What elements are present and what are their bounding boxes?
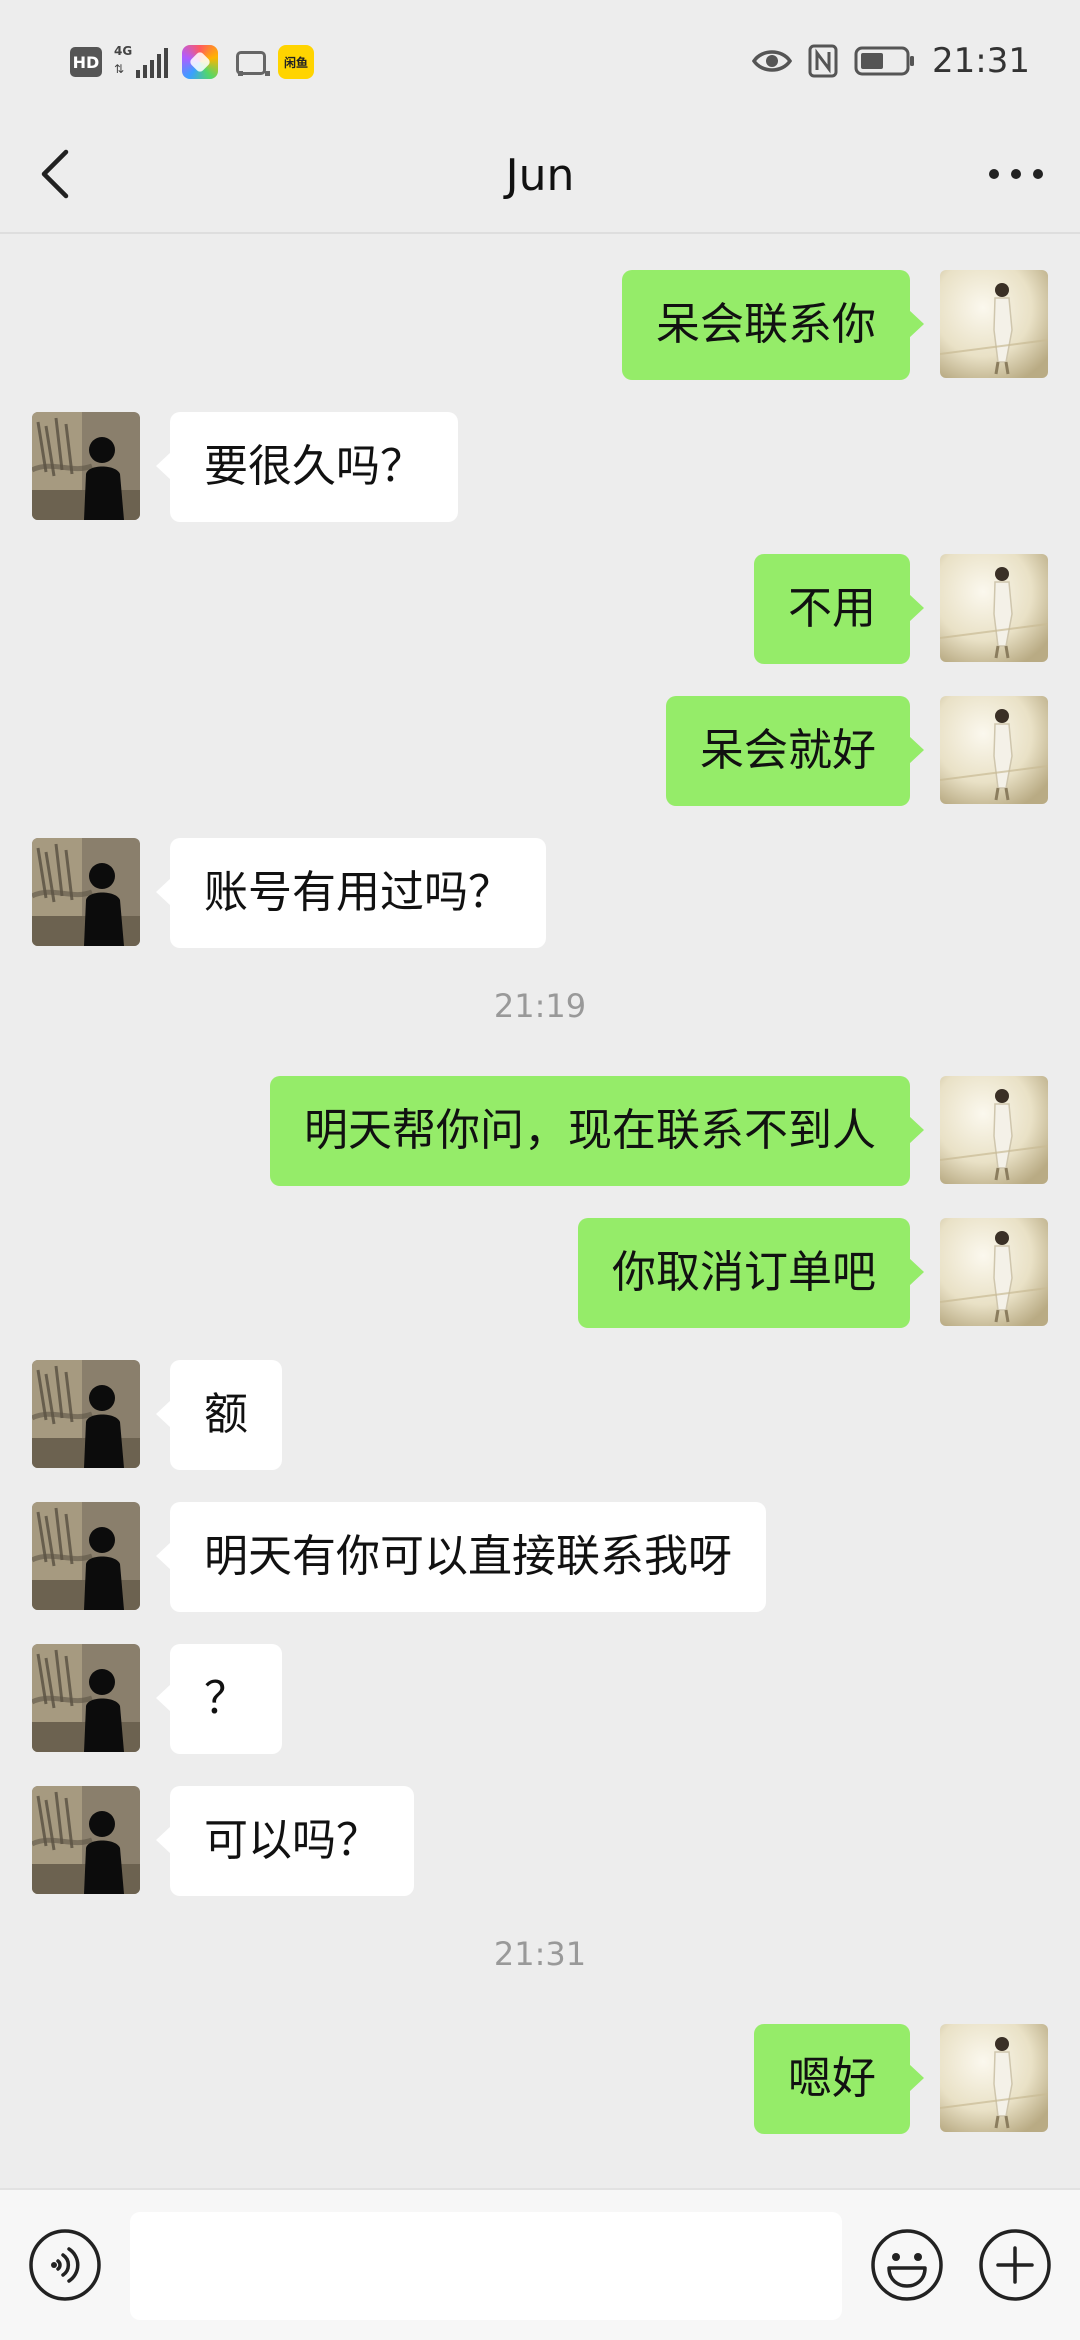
incoming-message: 额 (0, 1360, 1080, 1470)
incoming-message: 可以吗？ (0, 1786, 1080, 1896)
contact-avatar[interactable] (32, 838, 140, 946)
message-bubble[interactable]: 额 (156, 1360, 282, 1470)
message-input[interactable] (130, 2212, 842, 2320)
message-bubble[interactable]: 要很久吗？ (156, 412, 458, 522)
my-avatar[interactable] (940, 2024, 1048, 2132)
status-time: 21:31 (932, 41, 1030, 81)
voice-icon (29, 2229, 101, 2301)
message-bubble[interactable]: 可以吗？ (156, 1786, 414, 1896)
outgoing-message: 呆会就好 (0, 696, 1080, 806)
message-bubble[interactable]: 呆会就好 (666, 696, 924, 806)
message-bubble[interactable]: 明天有你可以直接联系我呀 (156, 1502, 766, 1612)
emoji-icon (871, 2229, 943, 2301)
message-timestamp: 21:19 (493, 987, 587, 1025)
incoming-message: 明天有你可以直接联系我呀 (0, 1502, 1080, 1612)
input-bar (0, 2188, 1080, 2340)
photos-app-icon (182, 45, 218, 79)
message-bubble[interactable]: 呆会联系你 (622, 270, 924, 380)
contact-avatar[interactable] (32, 1644, 140, 1752)
more-dots-icon (989, 169, 1043, 179)
outgoing-message: 你取消订单吧 (0, 1218, 1080, 1328)
contact-avatar[interactable] (32, 1786, 140, 1894)
incoming-message: 账号有用过吗？ (0, 838, 1080, 948)
my-avatar[interactable] (940, 270, 1048, 378)
contact-avatar[interactable] (32, 412, 140, 520)
outgoing-message: 不用 (0, 554, 1080, 664)
message-bubble[interactable]: 你取消订单吧 (578, 1218, 924, 1328)
message-bubble[interactable]: 不用 (754, 554, 924, 664)
message-bubble[interactable]: 明天帮你问，现在联系不到人 (270, 1076, 924, 1186)
contact-avatar[interactable] (32, 1360, 140, 1468)
incoming-message: 要很久吗？ (0, 412, 1080, 522)
message-timestamp: 21:31 (493, 1935, 587, 1973)
my-avatar[interactable] (940, 1218, 1048, 1326)
nfc-icon (808, 44, 838, 78)
emoji-button[interactable] (870, 2228, 944, 2302)
message-bubble[interactable]: ？ (156, 1644, 282, 1754)
status-left: HD 4G ⇅ 闲鱼 (70, 44, 314, 80)
status-bar: HD 4G ⇅ 闲鱼 21:31 (0, 0, 1080, 120)
plus-button[interactable] (978, 2228, 1052, 2302)
status-right: 21:31 (752, 38, 1030, 84)
plus-icon (979, 2229, 1051, 2301)
chat-screen: HD 4G ⇅ 闲鱼 21:31 Jun 呆会联系你 要很久吗？ 不用 呆会就好… (0, 0, 1080, 2340)
battery-icon (854, 45, 916, 77)
more-button[interactable] (976, 142, 1056, 206)
message-list[interactable]: 呆会联系你要很久吗？ 不用呆会就好账号有用过吗？ 21:19 明天帮你问，现在联系不到… (0, 234, 1080, 2188)
message-bubble[interactable]: 账号有用过吗？ (156, 838, 546, 948)
message-bubble[interactable]: 嗯好 (754, 2024, 924, 2134)
my-avatar[interactable] (940, 1076, 1048, 1184)
outgoing-message: 嗯好 (0, 2024, 1080, 2134)
network-type-label: 4G (114, 44, 133, 58)
outgoing-message: 明天帮你问，现在联系不到人 (0, 1076, 1080, 1186)
chat-header: Jun (0, 120, 1080, 234)
hd-icon: HD (70, 47, 102, 77)
my-avatar[interactable] (940, 554, 1048, 662)
signal-icon: 4G ⇅ (114, 44, 170, 80)
outgoing-message: 呆会联系你 (0, 270, 1080, 380)
car-app-icon (230, 45, 270, 79)
xianyu-app-icon: 闲鱼 (278, 45, 314, 79)
my-avatar[interactable] (940, 696, 1048, 804)
chat-title: Jun (505, 150, 575, 201)
incoming-message: ？ (0, 1644, 1080, 1754)
eye-icon (752, 47, 793, 75)
contact-avatar[interactable] (32, 1502, 140, 1610)
voice-button[interactable] (28, 2228, 102, 2302)
